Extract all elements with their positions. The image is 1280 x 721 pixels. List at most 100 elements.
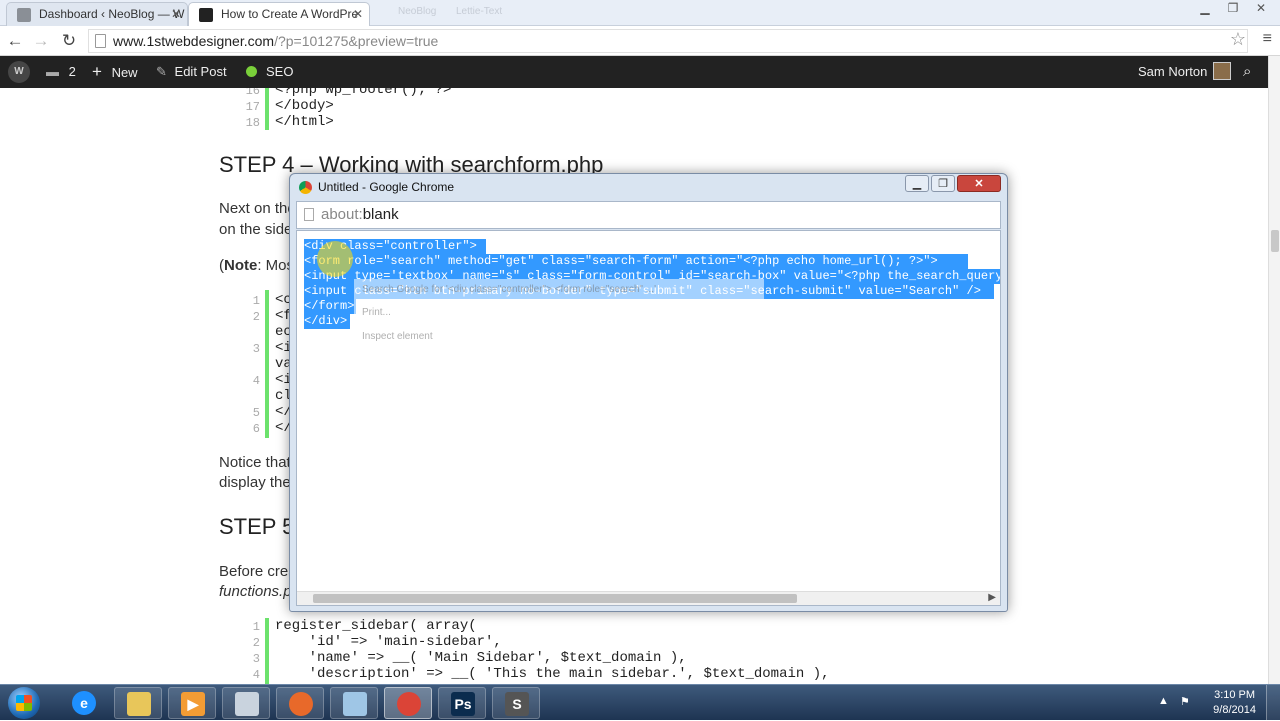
tab-title: Dashboard ‹ NeoBlog — W [39,7,185,21]
code-line: 'name' => __( 'Main Sidebar', $text_doma… [275,650,687,666]
cursor-highlight [317,241,353,277]
line-number: 17 [245,100,260,114]
restore-icon[interactable]: ❐ [1222,1,1244,17]
line-number: 1 [252,294,260,308]
firefox-icon [289,692,313,716]
code-line: </body> [275,98,334,114]
step5-heading: STEP 5 [219,514,295,539]
comments-link[interactable]: ▬ 2 [46,56,76,88]
pencil-icon: ✎ [156,64,167,79]
seo-menu[interactable]: SEO [246,56,293,88]
code-line: <?php wp_footer(); ?> [275,88,452,98]
url-path: /?p=101275&preview=true [274,33,439,49]
selected-code-line[interactable]: <form role="search" method="get" class="… [304,254,968,269]
popup-window-controls: ▁ ❐ ✕ [905,175,1001,192]
show-desktop-button[interactable] [1266,685,1280,721]
line-number: 3 [252,342,260,356]
context-menu-item[interactable]: Search Google for '<div class="controlle… [362,284,656,295]
tab-dashboard[interactable]: Dashboard ‹ NeoBlog — W ✕ [6,2,188,26]
horizontal-scrollbar[interactable]: ▶ [297,591,1000,605]
show-hidden-icons[interactable]: ▲ [1158,695,1169,707]
selected-code-line[interactable]: </form> [304,299,356,314]
popup-address-bar[interactable]: about:blank [296,201,1001,229]
code-gutter [265,618,269,684]
edit-post-label: Edit Post [174,64,227,79]
tab-article[interactable]: How to Create A WordPre ✕ [188,2,370,26]
browser-tabstrip: Dashboard ‹ NeoBlog — W ✕ How to Create … [0,0,1280,26]
bookmark-star-icon[interactable]: ☆ [1230,29,1246,50]
forward-icon[interactable]: → [30,30,52,52]
code-gutter [265,88,269,130]
action-center-flag-icon[interactable]: ⚑ [1180,695,1190,708]
paragraph-text: on the side [219,221,293,238]
context-menu-item[interactable]: Inspect element [362,331,433,342]
ghost-tab-label: NeoBlog [398,6,437,17]
new-label: New [111,65,138,80]
selected-code-line[interactable]: </div> [304,314,350,329]
back-icon[interactable]: ← [4,30,26,52]
scroll-right-icon[interactable]: ▶ [988,592,996,603]
line-number: 18 [245,116,260,130]
chrome-logo-icon [299,181,312,194]
clock[interactable]: 3:10 PM 9/8/2014 [1213,688,1256,718]
chrome-menu-icon[interactable]: ≡ [1263,30,1272,48]
paragraph-text: Notice that [219,454,291,471]
internet-explorer-icon: e [72,691,96,715]
wordpress-logo-icon[interactable]: W [8,61,30,83]
close-tab-icon[interactable]: ✕ [171,3,181,25]
close-window-icon[interactable]: ✕ [957,175,1001,192]
note-paragraph: (Note: Mos [219,257,295,274]
edit-post-link[interactable]: ✎ Edit Post [156,56,227,88]
taskbar-calculator-button[interactable] [222,687,270,719]
window-controls: ▁ ❐ ✕ [1194,1,1272,17]
tab-title: How to Create A WordPre [221,7,359,21]
code-line: 'description' => __( 'This the main side… [275,666,830,682]
taskbar-internet-explorer-button[interactable]: e [60,687,108,719]
scrollbar-thumb[interactable] [313,594,797,603]
page-scrollbar[interactable] [1268,56,1280,684]
media-player-icon: ▶ [181,692,205,716]
user-name: Sam Norton [1138,64,1208,79]
taskbar-firefox-button[interactable] [276,687,324,719]
minimize-icon[interactable]: ▁ [1194,1,1216,17]
popup-window[interactable]: Untitled - Google Chrome ▁ ❐ ✕ about:bla… [289,173,1008,612]
close-window-icon[interactable]: ✕ [1250,1,1272,17]
url-scheme: about: [321,206,363,223]
close-tab-icon[interactable]: ✕ [353,3,363,25]
context-menu-item[interactable]: Print... [362,307,391,318]
url-path: blank [362,206,399,223]
minimize-icon[interactable]: ▁ [905,175,929,192]
taskbar-photoshop-button[interactable]: Ps [438,687,486,719]
popup-content[interactable]: <div class="controller"> <form role="sea… [296,230,1001,606]
system-tray: ▲ ⚑ 3:10 PM 9/8/2014 [1140,685,1280,721]
scrollbar-thumb[interactable] [1271,230,1279,252]
search-icon[interactable]: ⌕ [1243,56,1251,88]
address-bar[interactable]: www.1stwebdesigner.com/?p=101275&preview… [88,29,1248,53]
code-line: register_sidebar( array( [275,618,477,634]
paragraph-text: Before crea [219,563,297,580]
seo-label: SEO [266,64,294,79]
wp-admin-bar: W ▬ 2 + New ✎ Edit Post SEO Sam Norton ⌕ [0,56,1280,88]
start-button[interactable] [8,687,40,719]
browser-toolbar: ← → ↻ www.1stwebdesigner.com/?p=101275&p… [0,26,1280,56]
fading-context-menu: Search Google for '<div class="controlle… [354,279,764,353]
taskbar-notepad-button[interactable] [330,687,378,719]
new-content-link[interactable]: + New [92,56,138,88]
windows-taskbar: e ▶ Ps S ▲ ⚑ 3:10 PM 9/8/2014 [0,684,1280,721]
paragraph-text: functions.p [219,583,292,600]
note-label: Note [224,257,258,274]
taskbar-file-explorer-button[interactable] [114,687,162,719]
taskbar-chrome-button[interactable] [384,687,432,719]
maximize-icon[interactable]: ❐ [931,175,955,192]
wordpress-favicon-icon [17,8,31,22]
calculator-icon [235,692,259,716]
clock-date: 9/8/2014 [1213,704,1256,716]
page-icon [95,34,106,48]
file-explorer-icon [127,692,151,716]
reload-icon[interactable]: ↻ [58,30,80,52]
code-line: 'id' => 'main-sidebar', [275,634,502,650]
line-number: 4 [252,668,260,682]
user-account-menu[interactable]: Sam Norton [1138,56,1232,88]
taskbar-media-player-button[interactable]: ▶ [168,687,216,719]
taskbar-sublime-text-button[interactable]: S [492,687,540,719]
